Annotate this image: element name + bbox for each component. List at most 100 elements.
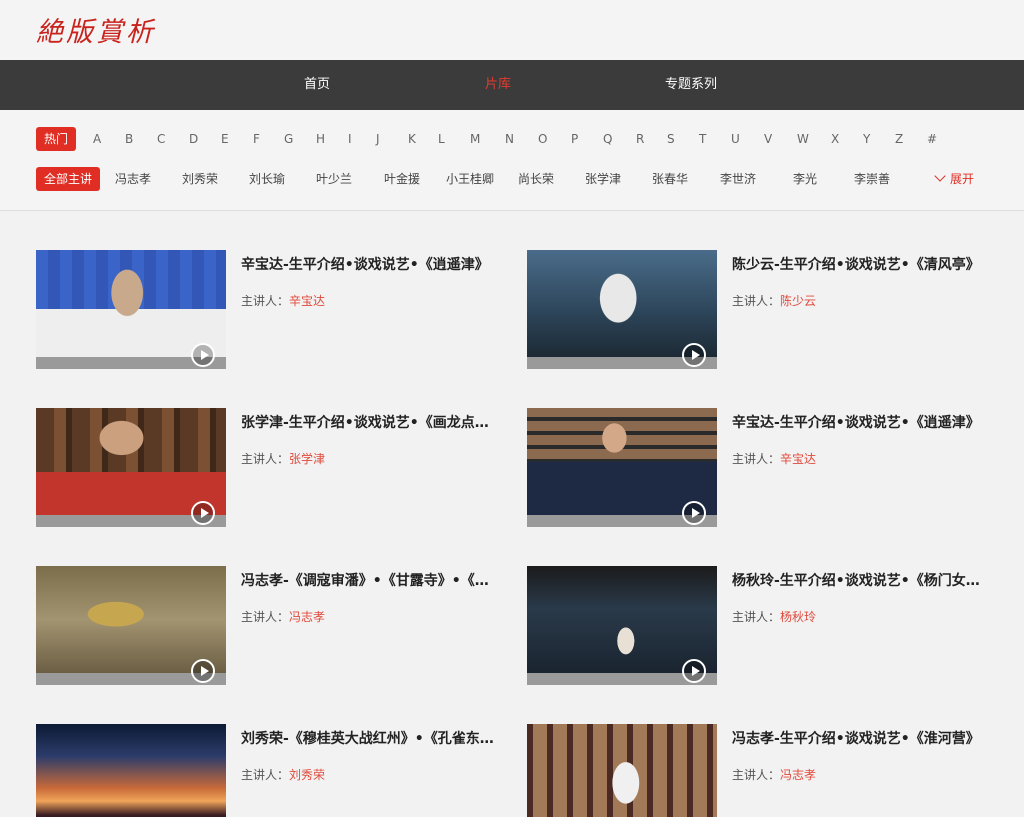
chevron-down-icon bbox=[934, 170, 946, 182]
letter-filter-item[interactable]: O bbox=[538, 127, 547, 151]
play-icon[interactable] bbox=[682, 659, 706, 683]
speaker-name-link[interactable]: 刘秀荣 bbox=[289, 768, 325, 782]
speaker-filter-item[interactable]: 尚长荣 bbox=[518, 167, 554, 191]
speaker-filter-item[interactable]: 冯志孝 bbox=[115, 167, 151, 191]
letter-filter-item[interactable]: F bbox=[253, 127, 260, 151]
thumbnail-image bbox=[36, 250, 226, 357]
speaker-name-link[interactable]: 冯志孝 bbox=[780, 768, 816, 782]
speaker-prefix: 主讲人： bbox=[732, 768, 781, 782]
speaker-prefix: 主讲人： bbox=[732, 452, 781, 466]
letter-filter-item[interactable]: P bbox=[571, 127, 578, 151]
play-icon[interactable] bbox=[682, 343, 706, 367]
letter-filter-item[interactable]: D bbox=[189, 127, 198, 151]
letter-filter-item[interactable]: H bbox=[316, 127, 325, 151]
speaker-filter-item[interactable]: 刘长瑜 bbox=[249, 167, 285, 191]
speaker-filter-item[interactable]: 张学津 bbox=[585, 167, 621, 191]
play-icon[interactable] bbox=[191, 659, 215, 683]
video-speaker: 主讲人：辛宝达 bbox=[732, 450, 816, 467]
speaker-filter-item[interactable]: 叶少兰 bbox=[316, 167, 352, 191]
letter-filter-item[interactable]: R bbox=[636, 127, 644, 151]
video-title[interactable]: 辛宝达-生平介绍•谈戏说艺•《逍遥津》 bbox=[732, 412, 987, 432]
letter-filter-item[interactable]: N bbox=[505, 127, 514, 151]
letter-filter-item[interactable]: M bbox=[470, 127, 480, 151]
video-card: 冯志孝-《调寇审潘》•《甘露寺》•《失空斩》主讲人：冯志孝 bbox=[36, 566, 496, 686]
expand-button[interactable]: 展开 bbox=[934, 167, 974, 191]
speaker-filter-item[interactable]: 李崇善 bbox=[854, 167, 890, 191]
speaker-filter-item[interactable]: 小王桂卿 bbox=[446, 167, 494, 191]
letter-filter-item[interactable]: E bbox=[221, 127, 229, 151]
nav-series[interactable]: 专题系列 bbox=[665, 60, 717, 110]
letter-filter-item[interactable]: Y bbox=[863, 127, 870, 151]
speaker-name-link[interactable]: 冯志孝 bbox=[289, 610, 325, 624]
video-card: 辛宝达-生平介绍•谈戏说艺•《逍遥津》 主讲人：辛宝达 bbox=[527, 408, 987, 528]
video-speaker: 主讲人：冯志孝 bbox=[732, 766, 816, 783]
speaker-name-link[interactable]: 陈少云 bbox=[780, 294, 816, 308]
thumbnail-image bbox=[527, 724, 717, 817]
nav-home[interactable]: 首页 bbox=[304, 60, 330, 110]
video-title[interactable]: 张学津-生平介绍•谈戏说艺•《画龙点睛》 bbox=[241, 412, 496, 432]
speaker-name-link[interactable]: 杨秋玲 bbox=[780, 610, 816, 624]
letter-filter-item[interactable]: # bbox=[927, 127, 937, 151]
video-title[interactable]: 杨秋玲-生平介绍•谈戏说艺•《杨门女将》 bbox=[732, 570, 987, 590]
video-speaker: 主讲人：冯志孝 bbox=[241, 608, 325, 625]
speaker-name-link[interactable]: 辛宝达 bbox=[780, 452, 816, 466]
letter-filter-item[interactable]: I bbox=[348, 127, 352, 151]
video-title[interactable]: 刘秀荣-《穆桂英大战红州》•《孔雀东南飞》 bbox=[241, 728, 496, 748]
video-card: 杨秋玲-生平介绍•谈戏说艺•《杨门女将》 主讲人：杨秋玲 bbox=[527, 566, 987, 686]
main-nav: 首页 片库 专题系列 bbox=[0, 60, 1024, 110]
speaker-prefix: 主讲人： bbox=[241, 610, 290, 624]
letter-filter-item[interactable]: J bbox=[376, 127, 380, 151]
letter-filter-item[interactable]: A bbox=[93, 127, 101, 151]
video-title[interactable]: 冯志孝-《调寇审潘》•《甘露寺》•《失空斩》 bbox=[241, 570, 496, 590]
letter-filter-item[interactable]: W bbox=[797, 127, 809, 151]
video-card: 张学津-生平介绍•谈戏说艺•《画龙点睛》 主讲人：张学津 bbox=[36, 408, 496, 528]
filter-panel: 热门 A B C D E F G H I J K L M N O P Q R S T U V W X Y Z # 全部主讲 冯志孝 刘秀荣… bbox=[0, 110, 1024, 211]
play-icon[interactable] bbox=[682, 501, 706, 525]
letter-filter-item[interactable]: S bbox=[667, 127, 675, 151]
video-speaker: 主讲人：张学津 bbox=[241, 450, 325, 467]
speaker-name-link[interactable]: 张学津 bbox=[289, 452, 325, 466]
video-thumbnail[interactable] bbox=[36, 566, 226, 685]
letter-filter-item[interactable]: U bbox=[731, 127, 740, 151]
letter-filter-item[interactable]: K bbox=[408, 127, 416, 151]
video-title[interactable]: 辛宝达-生平介绍•谈戏说艺•《逍遥津》 bbox=[241, 254, 496, 274]
letter-filter-item[interactable]: B bbox=[125, 127, 133, 151]
video-card: 辛宝达-生平介绍•谈戏说艺•《逍遥津》 主讲人：辛宝达 bbox=[36, 250, 496, 370]
letter-filter-item[interactable]: C bbox=[157, 127, 165, 151]
video-thumbnail[interactable] bbox=[527, 566, 717, 685]
play-icon[interactable] bbox=[191, 501, 215, 525]
letter-filter-item[interactable]: L bbox=[438, 127, 445, 151]
letter-filter-item[interactable]: Z bbox=[895, 127, 903, 151]
video-title[interactable]: 陈少云-生平介绍•谈戏说艺•《清风亭》 bbox=[732, 254, 987, 274]
video-speaker: 主讲人：杨秋玲 bbox=[732, 608, 816, 625]
site-header: 絶版賞析 bbox=[0, 0, 1024, 60]
letter-filter-hot[interactable]: 热门 bbox=[36, 127, 77, 151]
video-card: 冯志孝-生平介绍•谈戏说艺•《淮河营》 主讲人：冯志孝 bbox=[527, 724, 987, 817]
letter-filter-item[interactable]: G bbox=[284, 127, 293, 151]
speaker-filter-all[interactable]: 全部主讲 bbox=[36, 167, 101, 191]
letter-filter-item[interactable]: T bbox=[699, 127, 706, 151]
video-thumbnail[interactable] bbox=[527, 250, 717, 369]
speaker-filter-item[interactable]: 李光 bbox=[793, 167, 817, 191]
video-thumbnail[interactable] bbox=[36, 408, 226, 527]
speaker-filter-item[interactable]: 刘秀荣 bbox=[182, 167, 218, 191]
video-thumbnail[interactable] bbox=[527, 408, 717, 527]
speaker-name-link[interactable]: 辛宝达 bbox=[289, 294, 325, 308]
video-speaker: 主讲人：辛宝达 bbox=[241, 292, 325, 309]
speaker-filter-item[interactable]: 李世济 bbox=[720, 167, 756, 191]
speaker-filter-item[interactable]: 张春华 bbox=[652, 167, 688, 191]
speaker-prefix: 主讲人： bbox=[241, 294, 290, 308]
site-logo[interactable]: 絶版賞析 bbox=[36, 10, 156, 49]
video-thumbnail[interactable] bbox=[36, 724, 226, 817]
video-speaker: 主讲人：陈少云 bbox=[732, 292, 816, 309]
thumbnail-image bbox=[36, 408, 226, 515]
speaker-filter-item[interactable]: 叶金援 bbox=[384, 167, 420, 191]
video-title[interactable]: 冯志孝-生平介绍•谈戏说艺•《淮河营》 bbox=[732, 728, 987, 748]
nav-library[interactable]: 片库 bbox=[485, 60, 511, 110]
play-icon[interactable] bbox=[191, 343, 215, 367]
letter-filter-item[interactable]: V bbox=[764, 127, 772, 151]
letter-filter-item[interactable]: X bbox=[831, 127, 839, 151]
video-thumbnail[interactable] bbox=[36, 250, 226, 369]
video-thumbnail[interactable] bbox=[527, 724, 717, 817]
letter-filter-item[interactable]: Q bbox=[603, 127, 612, 151]
